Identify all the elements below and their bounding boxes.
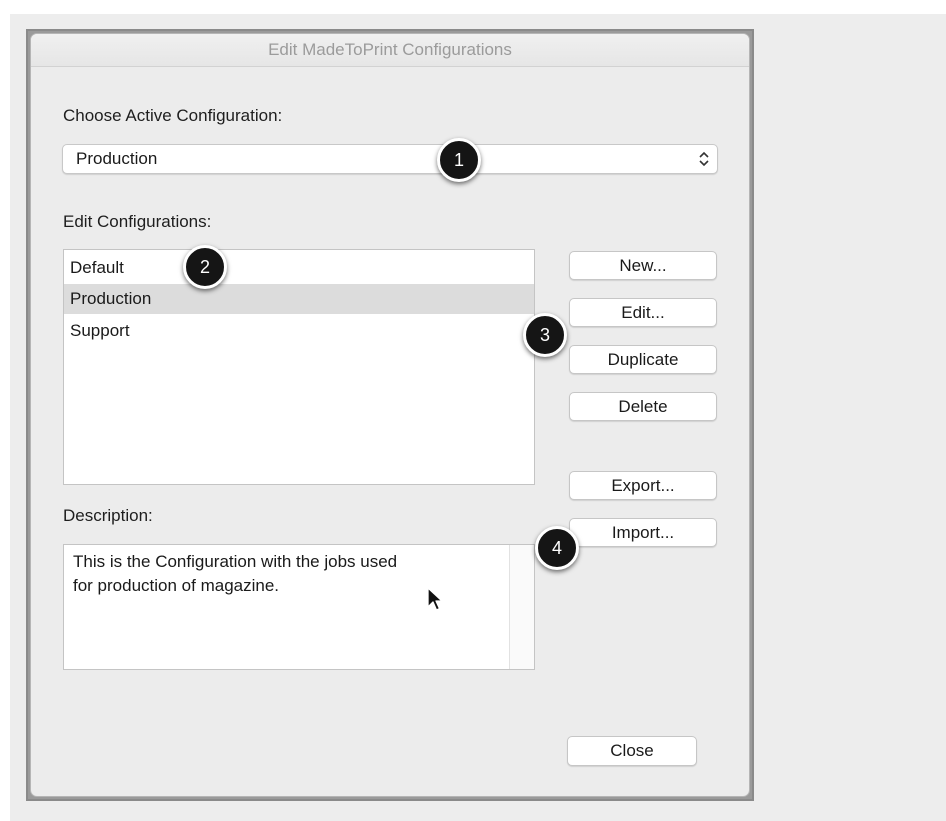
active-configuration-value: Production: [76, 149, 158, 168]
close-button[interactable]: Close: [567, 736, 697, 766]
list-item-production[interactable]: Production: [64, 284, 534, 314]
configurations-list[interactable]: Default Production Support: [63, 249, 535, 485]
import-button[interactable]: Import...: [569, 518, 717, 547]
list-item-support[interactable]: Support: [64, 316, 534, 346]
description-scrollbar[interactable]: [509, 545, 534, 669]
window-title: Edit MadeToPrint Configurations: [31, 34, 749, 67]
edit-configurations-label: Edit Configurations:: [63, 212, 212, 231]
callout-badge-2: 2: [183, 245, 227, 289]
active-configuration-label: Choose Active Configuration:: [63, 106, 283, 125]
description-line-1: This is the Configuration with the jobs …: [73, 552, 398, 571]
description-field[interactable]: This is the Configuration with the jobs …: [63, 544, 535, 670]
mouse-pointer-icon: [427, 587, 443, 611]
edit-configurations-dialog: Edit MadeToPrint Configurations Choose A…: [30, 33, 750, 797]
export-button[interactable]: Export...: [569, 471, 717, 500]
callout-badge-4: 4: [535, 526, 579, 570]
description-label: Description:: [63, 506, 153, 525]
callout-badge-3: 3: [523, 313, 567, 357]
new-button[interactable]: New...: [569, 251, 717, 280]
duplicate-button[interactable]: Duplicate: [569, 345, 717, 374]
chevron-updown-icon: [699, 151, 709, 167]
list-item-default[interactable]: Default: [64, 253, 534, 283]
edit-button[interactable]: Edit...: [569, 298, 717, 327]
delete-button[interactable]: Delete: [569, 392, 717, 421]
active-configuration-popup[interactable]: Production: [62, 144, 718, 174]
callout-badge-1: 1: [437, 138, 481, 182]
